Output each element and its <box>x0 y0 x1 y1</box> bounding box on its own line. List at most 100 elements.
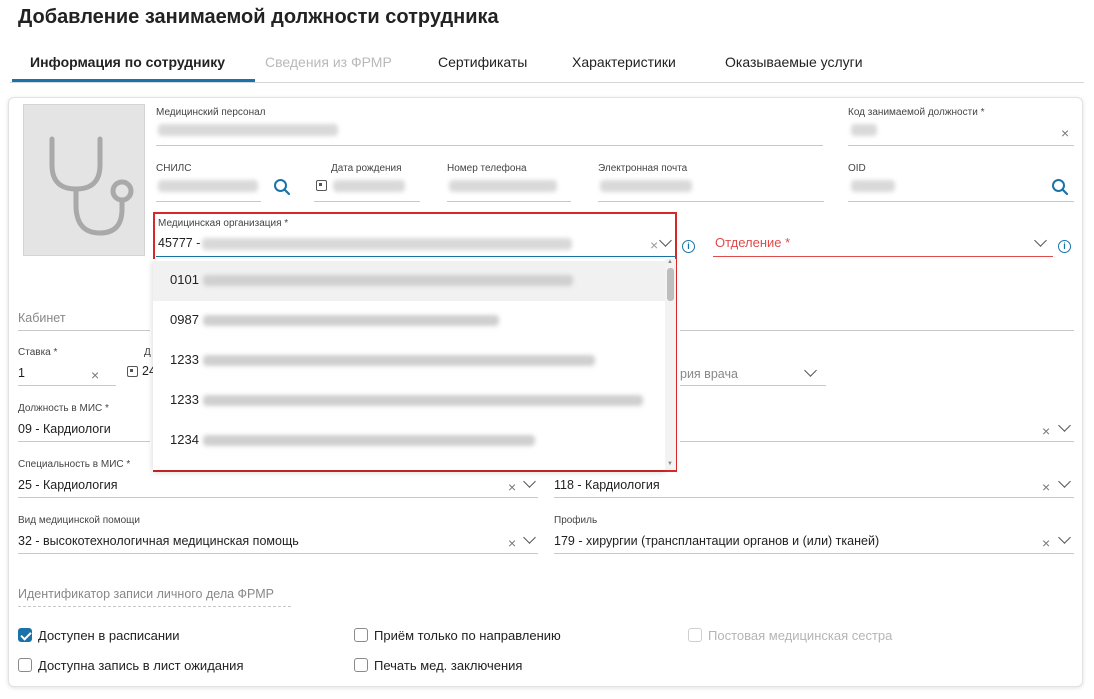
email-value <box>600 180 692 192</box>
care-type-field[interactable] <box>18 553 538 554</box>
ward-nurse-checkbox[interactable] <box>688 628 702 642</box>
birth-date-value <box>333 180 405 192</box>
tab-certificates[interactable]: Сертификаты <box>438 54 527 70</box>
rate-value: 1 <box>18 366 25 380</box>
birth-date-field[interactable] <box>314 201 420 202</box>
waiting-list-checkbox[interactable] <box>18 658 32 672</box>
clear-specialty-right-icon[interactable]: × <box>1042 480 1050 494</box>
stethoscope-icon <box>49 136 134 236</box>
phone-field[interactable] <box>447 201 571 202</box>
page-title: Добавление занимаемой должности сотрудни… <box>18 6 499 28</box>
employee-photo[interactable] <box>23 104 145 256</box>
clear-profile-icon[interactable]: × <box>1042 536 1050 550</box>
option-code: 1233 <box>170 352 199 367</box>
specialty-mis-label: Специальность в МИС * <box>18 459 131 470</box>
med-org-option[interactable]: 1234 <box>153 421 665 461</box>
frmr-id-placeholder: Идентификатор записи личного дела ФРМР <box>18 587 274 601</box>
start-date-calendar-icon[interactable] <box>127 366 138 377</box>
med-org-option[interactable]: 0987 <box>153 301 665 341</box>
tab-bar: Информация по сотруднику Сведения из ФРМ… <box>10 46 1084 83</box>
oid-value <box>851 180 895 192</box>
clear-care-type-icon[interactable]: × <box>508 536 516 550</box>
scroll-up-arrow-icon[interactable]: ▲ <box>667 259 673 265</box>
snils-label: СНИЛС <box>156 163 192 174</box>
doctor-category-field[interactable] <box>680 385 826 386</box>
med-personnel-field[interactable] <box>156 145 823 146</box>
profile-label: Профиль <box>554 515 598 526</box>
med-org-info-icon[interactable]: i <box>682 240 695 253</box>
department-field[interactable] <box>713 256 1053 257</box>
profile-value: 179 - хирургии (трансплантации органов и… <box>554 534 880 548</box>
option-code: 1233 <box>170 392 199 407</box>
doctor-category-placeholder: рия врача <box>680 367 738 381</box>
specialty-right-field[interactable] <box>554 497 1074 498</box>
position-mis-label: Должность в МИС * <box>18 403 109 414</box>
med-personnel-value <box>158 124 338 136</box>
position-mis-value: 09 - Кардиологи <box>18 422 111 436</box>
position-code-label: Код занимаемой должности * <box>848 107 985 118</box>
oid-label: OID <box>848 163 866 174</box>
position-mis-field[interactable] <box>18 441 150 442</box>
email-label: Электронная почта <box>598 163 688 174</box>
rate-field[interactable] <box>18 385 116 386</box>
option-text <box>203 355 595 366</box>
frmr-id-field[interactable] <box>18 606 293 607</box>
position-mis-field-right[interactable] <box>680 441 1074 442</box>
email-field[interactable] <box>598 201 824 202</box>
snils-search-icon[interactable] <box>273 178 291 196</box>
oid-search-icon[interactable] <box>1051 178 1069 196</box>
oid-field[interactable] <box>848 201 1074 202</box>
option-text <box>203 275 573 286</box>
phone-value <box>449 180 557 192</box>
tab-frmr-info[interactable]: Сведения из ФРМР <box>265 54 392 70</box>
phone-label: Номер телефона <box>447 163 527 174</box>
care-type-label: Вид медицинской помощи <box>18 515 140 526</box>
scroll-down-arrow-icon[interactable]: ▼ <box>667 461 673 467</box>
cabinet-label: Кабинет <box>18 311 66 325</box>
tab-employee-info[interactable]: Информация по сотруднику <box>30 54 225 70</box>
department-label: Отделение * <box>715 235 791 250</box>
option-text <box>203 315 499 326</box>
med-org-option[interactable]: 1233 <box>153 381 665 421</box>
position-code-value <box>851 124 877 136</box>
specialty-right-value: 118 - Кардиология <box>554 478 660 492</box>
clear-position-code-icon[interactable]: × <box>1061 126 1069 140</box>
option-code: 0101 <box>170 272 199 287</box>
tab-services[interactable]: Оказываемые услуги <box>725 54 863 70</box>
clear-specialty-mis-icon[interactable]: × <box>508 480 516 494</box>
dropdown-scrollbar-thumb[interactable] <box>667 268 674 301</box>
option-text <box>203 395 643 406</box>
clear-position-mis-icon[interactable]: × <box>1042 424 1050 438</box>
option-text <box>203 435 535 446</box>
med-org-options-list: 0101 0987 1233 1233 1234 <box>153 259 665 470</box>
active-tab-indicator <box>12 79 255 82</box>
med-org-option[interactable]: 0101 <box>153 261 665 301</box>
print-conclusion-label: Печать мед. заключения <box>374 658 523 673</box>
waiting-list-label: Доступна запись в лист ожидания <box>38 658 244 673</box>
ward-nurse-label: Постовая медицинская сестра <box>708 628 893 643</box>
position-code-field[interactable] <box>848 145 1074 146</box>
profile-field[interactable] <box>554 553 1074 554</box>
snils-field[interactable] <box>156 201 261 202</box>
clear-med-org-icon[interactable]: × <box>650 238 658 252</box>
option-code: 0987 <box>170 312 199 327</box>
available-in-schedule-checkbox[interactable] <box>18 628 32 642</box>
referral-only-checkbox[interactable] <box>354 628 368 642</box>
med-org-label: Медицинская организация * <box>158 218 289 229</box>
med-org-field[interactable] <box>156 256 676 257</box>
date-label: Д <box>144 347 151 358</box>
clear-rate-icon[interactable]: × <box>91 368 99 382</box>
calendar-icon[interactable] <box>316 180 327 191</box>
department-info-icon[interactable]: i <box>1058 240 1071 253</box>
med-org-value <box>202 238 572 250</box>
specialty-mis-field[interactable] <box>18 497 538 498</box>
referral-only-label: Приём только по направлению <box>374 628 561 643</box>
cabinet-field[interactable] <box>18 330 150 331</box>
print-conclusion-checkbox[interactable] <box>354 658 368 672</box>
available-in-schedule-label: Доступен в расписании <box>38 628 180 643</box>
rate-label: Ставка * <box>18 347 58 358</box>
med-org-option[interactable]: 1233 <box>153 341 665 381</box>
tab-characteristics[interactable]: Характеристики <box>572 54 676 70</box>
specialty-mis-value: 25 - Кардиология <box>18 478 118 492</box>
care-type-value: 32 - высокотехнологичная медицинская пом… <box>18 534 299 548</box>
